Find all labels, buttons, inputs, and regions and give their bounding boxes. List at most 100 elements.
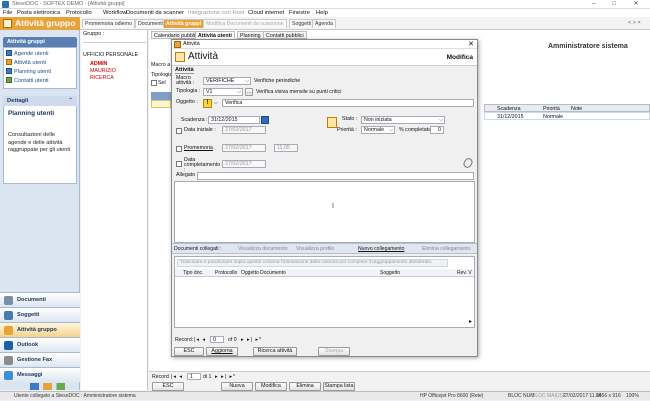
contacts-book-icon [4, 311, 13, 320]
allegato-input[interactable] [197, 172, 474, 180]
menu-scanner[interactable]: Documenti da scanner [126, 9, 184, 17]
update-button[interactable]: Aggiorna [206, 347, 238, 356]
group-selector[interactable] [83, 38, 146, 43]
tab-documenti[interactable]: Documenti [135, 19, 166, 28]
print-list-button[interactable]: Stampa lista [323, 382, 355, 391]
tree-member-maurizio[interactable]: MAURIZIO [90, 68, 116, 75]
sel-checkbox-bg[interactable] [151, 80, 157, 86]
data-iniziale-checkbox[interactable] [176, 128, 182, 134]
esc-button[interactable]: ESC [152, 382, 184, 391]
menu-workflow[interactable]: Workflow [103, 9, 127, 17]
tipologia-select[interactable]: V1 ⌵ [203, 88, 243, 96]
priorita-select[interactable]: Normale ⌵ [361, 126, 395, 134]
delete-link-button[interactable]: Elimina collegamento [422, 245, 470, 253]
minimize-button[interactable]: – [586, 0, 602, 9]
oggetto-input[interactable]: Verifica [222, 99, 474, 107]
tab-soggetti[interactable]: Soggetti [289, 19, 315, 28]
edit-button[interactable]: Modifica [255, 382, 287, 391]
group-activity-icon [3, 19, 12, 28]
nav-messaggi[interactable]: Messaggi [0, 367, 80, 382]
completamento-checkbox[interactable] [176, 161, 182, 167]
nav-soggetti[interactable]: Soggetti [0, 307, 80, 322]
tab-scroll-controls[interactable]: < > × [628, 20, 641, 26]
macro-value: VERIFICHE [206, 78, 235, 84]
nav-outlook[interactable]: Outlook [0, 337, 80, 352]
close-button[interactable]: ✕ [628, 0, 644, 9]
data-iniziale-input[interactable]: 27/02/2017 [222, 126, 266, 134]
app-icon [2, 1, 9, 8]
main-record-next-last[interactable]: ▸ ▸| ▸* [215, 373, 236, 381]
tipologia-lookup-button[interactable]: ... [245, 88, 253, 96]
col-rev[interactable]: Rev. V [457, 269, 472, 277]
tab-attivita-gruppi[interactable]: Attività gruppi [163, 19, 205, 28]
tree-member-ricerca[interactable]: RICERCA [90, 75, 114, 82]
menu-protocollo[interactable]: Protocollo [66, 9, 92, 17]
col-protocollo[interactable]: Protocollo [215, 269, 237, 277]
collapse-icon[interactable]: ⌃ [68, 96, 73, 106]
note-textarea[interactable] [174, 181, 475, 243]
dialog-close-button[interactable]: ✕ [468, 40, 474, 49]
dialog-section-tab[interactable]: Attività [175, 67, 194, 74]
promemoria-time[interactable]: 11.05 [274, 144, 298, 152]
app-header-title: Attività gruppo [15, 18, 76, 28]
dialog-mode: Modifica [446, 54, 473, 61]
new-button[interactable]: Nuova [221, 382, 253, 391]
view-profile-button[interactable]: Visualizza profilo [296, 245, 334, 253]
sidebar: Attività gruppi Agende utenti Attività u… [0, 30, 80, 390]
nav-fax[interactable]: Gestione Fax [0, 352, 80, 367]
menu-posta[interactable]: Posta elettronica [17, 9, 60, 17]
dialog-record-next-last[interactable]: ▸ ▸| ▸* [241, 336, 262, 344]
sidebar-item-planning[interactable]: Planning utenti [6, 68, 51, 76]
sidebar-item-label: Planning utenti [14, 69, 52, 75]
tree-root[interactable]: UFFICIO PERSONALE [83, 52, 138, 59]
col-tipo-doc[interactable]: Tipo doc. [183, 269, 203, 277]
subtab-contatti[interactable]: Contatti pubblici [263, 31, 307, 39]
calendar-icon[interactable] [261, 116, 269, 124]
macro-description: Verifiche periodiche [254, 78, 301, 84]
sidebar-item-attivita[interactable]: Attività utenti [6, 59, 46, 67]
view-document-button[interactable]: Visualizza documento [238, 245, 287, 253]
menu-finestre[interactable]: Finestre [289, 9, 310, 17]
dialog-record-input[interactable]: 0 [210, 336, 224, 343]
macro-select[interactable]: VERIFICHE ⌵ [203, 77, 251, 85]
print-button[interactable]: Stampa [318, 347, 350, 356]
menu-host[interactable]: Integrazione con Host [188, 9, 244, 17]
dialog-esc-button[interactable]: ESC [174, 347, 204, 356]
chevron-down-icon[interactable]: ⌵ [214, 100, 218, 106]
tab-modifica-documenti[interactable]: Modifica Documenti da scansione [203, 19, 287, 28]
nav-attivita-gruppo[interactable]: Attività gruppo [0, 322, 80, 337]
search-activity-button[interactable]: Ricerca attività [253, 347, 297, 356]
sidebar-item-contatti[interactable]: Contatti utenti [6, 77, 49, 85]
menu-help[interactable]: Help [316, 9, 328, 17]
subtab-attivita-utenti[interactable]: Attività utenti [195, 31, 235, 39]
main-record-first-prev[interactable]: |◂ ◂ [171, 373, 183, 381]
nav-mini-toolbar[interactable] [30, 383, 74, 390]
menu-file[interactable]: File [3, 9, 12, 17]
completamento-input[interactable]: 27/02/2017 [222, 160, 266, 168]
maximize-button[interactable]: □ [606, 0, 622, 9]
table-row[interactable]: 31/12/2015 Normale [484, 112, 650, 120]
col-oggetto-documento[interactable]: Oggetto Documento [241, 269, 286, 277]
menu-cloud[interactable]: Cloud internet [248, 9, 284, 17]
nav-documenti[interactable]: Documenti [0, 292, 80, 307]
tab-agenda[interactable]: Agenda [312, 19, 336, 28]
main-record-label: Record [152, 374, 169, 380]
subtab-planning[interactable]: Planning [237, 31, 264, 39]
tipologia-label: Tipologia : [176, 88, 201, 94]
stato-select[interactable]: Non iniziata ⌵ [361, 116, 445, 124]
scroll-right-icon[interactable]: ▸ [469, 318, 472, 325]
main-record-input[interactable]: 1 [187, 373, 201, 380]
tree-member-admin[interactable]: ADMIN [90, 61, 107, 68]
paperclip-icon[interactable] [461, 156, 475, 170]
col-soggetto[interactable]: Soggetto [380, 269, 400, 277]
dialog-record-first-prev[interactable]: |◂ ◂ [194, 336, 206, 344]
promemoria-date[interactable]: 27/02/2017 [222, 144, 266, 152]
scadenza-input[interactable]: 31/12/2015 [208, 116, 260, 124]
new-link-button[interactable]: Nuovo collegamento [358, 245, 404, 253]
delete-button[interactable]: Elimina [289, 382, 321, 391]
sidebar-item-agende[interactable]: Agende utenti [6, 50, 49, 58]
tab-promemoria[interactable]: Promemoria odierno [82, 19, 135, 28]
promemoria-checkbox[interactable] [176, 146, 182, 152]
completata-input[interactable]: 0 [430, 126, 444, 134]
grid-row-indicator [151, 100, 171, 108]
